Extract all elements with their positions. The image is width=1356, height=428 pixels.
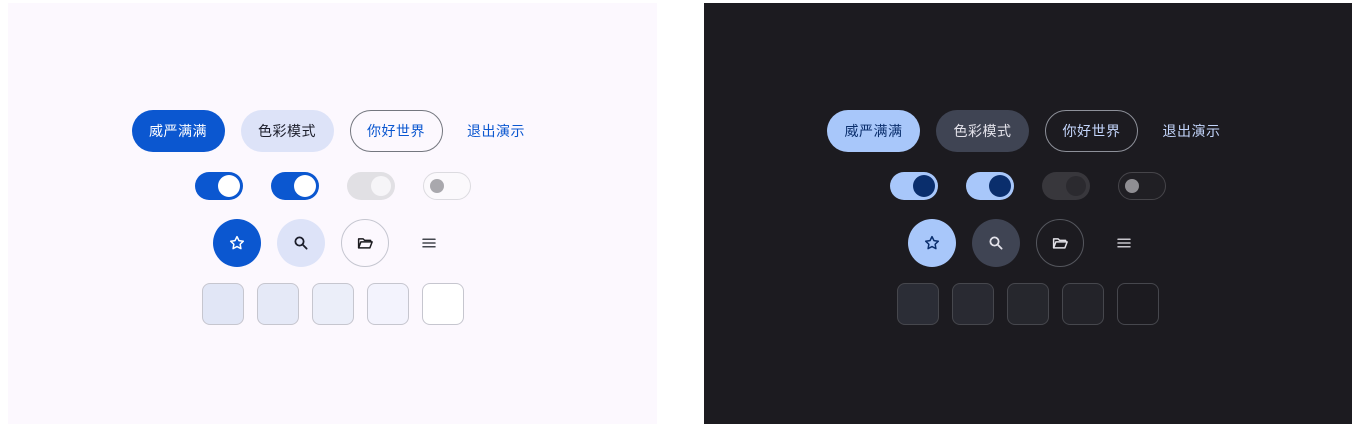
- menu-icon-button[interactable]: [1100, 219, 1148, 267]
- switch-thumb: [370, 176, 391, 196]
- switch-thumb: [1066, 176, 1086, 196]
- menu-icon: [1117, 238, 1131, 248]
- button-row: 威严满满 色彩模式 你好世界 退出演示: [8, 109, 657, 153]
- light-theme-panel: 威严满满 色彩模式 你好世界 退出演示: [8, 3, 657, 424]
- surface-tile: [366, 283, 409, 325]
- switch-thumb: [429, 178, 444, 193]
- switch-thumb: [913, 175, 935, 197]
- outlined-button[interactable]: 你好世界: [1045, 110, 1138, 152]
- switch-on[interactable]: [194, 172, 243, 200]
- folder-open-icon-button[interactable]: [1036, 219, 1084, 267]
- switch-on[interactable]: [270, 172, 319, 200]
- switch-thumb: [989, 175, 1011, 197]
- surface-tile: [1062, 283, 1104, 325]
- outlined-button[interactable]: 你好世界: [349, 110, 443, 152]
- menu-icon: [421, 238, 436, 248]
- surface-tile-row: [704, 283, 1352, 325]
- switch-thumb: [1125, 178, 1139, 193]
- surface-tile: [256, 283, 299, 325]
- button-row: 威严满满 色彩模式 你好世界 退出演示: [704, 109, 1352, 153]
- switch-disabled-on: [1042, 172, 1090, 200]
- tonal-button[interactable]: 色彩模式: [240, 110, 334, 152]
- folder-open-icon-button[interactable]: [340, 219, 389, 267]
- search-icon: [293, 236, 308, 250]
- icon-button-row: [8, 219, 657, 267]
- tonal-button[interactable]: 色彩模式: [936, 110, 1029, 152]
- switch-on[interactable]: [966, 172, 1014, 200]
- dark-theme-panel: 威严满满 色彩模式 你好世界 退出演示: [704, 3, 1352, 424]
- folder-open-icon: [1052, 238, 1068, 249]
- switch-row: [8, 171, 657, 201]
- switch-on[interactable]: [890, 172, 938, 200]
- text-button[interactable]: 退出演示: [459, 110, 534, 152]
- surface-tile: [952, 283, 994, 325]
- switch-thumb: [293, 175, 316, 197]
- star-icon-button[interactable]: [908, 219, 956, 267]
- surface-tile-row: [8, 283, 657, 325]
- surface-tile: [201, 283, 244, 325]
- switch-disabled-off: [1118, 172, 1166, 200]
- icon-button-row: [704, 219, 1352, 267]
- switch-row: [704, 171, 1352, 201]
- star-icon-button[interactable]: [212, 219, 261, 267]
- surface-tile: [421, 283, 464, 325]
- surface-tile: [1007, 283, 1049, 325]
- switch-disabled-off: [422, 172, 471, 200]
- menu-icon-button[interactable]: [405, 219, 453, 267]
- surface-tile: [1117, 283, 1159, 325]
- surface-tile: [311, 283, 354, 325]
- search-icon: [989, 236, 1003, 250]
- star-icon: [924, 235, 940, 250]
- surface-tile: [897, 283, 939, 325]
- text-button[interactable]: 退出演示: [1154, 110, 1229, 152]
- filled-button[interactable]: 威严满满: [827, 110, 920, 152]
- star-icon: [229, 235, 244, 250]
- switch-disabled-on: [346, 172, 395, 200]
- search-icon-button[interactable]: [972, 219, 1020, 267]
- filled-button[interactable]: 威严满满: [131, 110, 225, 152]
- folder-open-icon: [357, 238, 373, 249]
- search-icon-button[interactable]: [276, 219, 325, 267]
- switch-thumb: [217, 175, 240, 197]
